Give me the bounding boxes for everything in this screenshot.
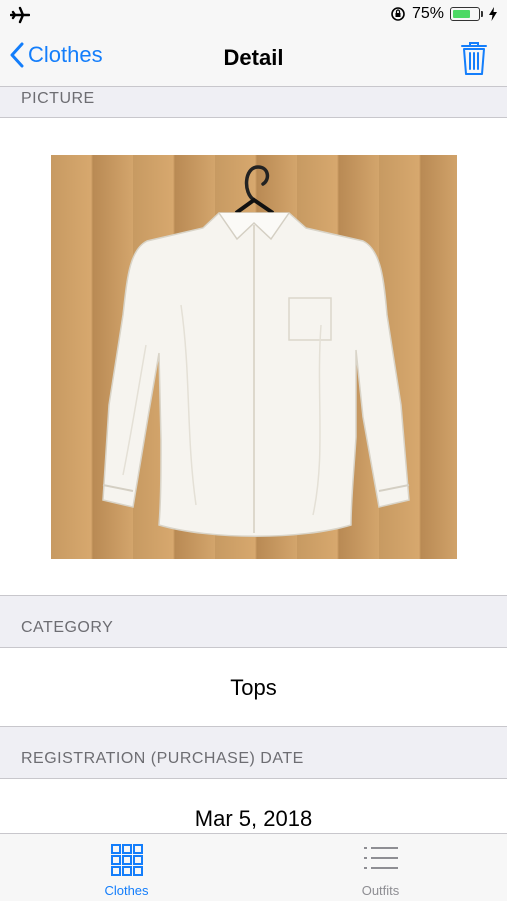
list-icon (363, 847, 398, 869)
page-title: Detail (223, 45, 284, 70)
section-header-picture: PICTURE (0, 87, 507, 117)
shirt-image (102, 165, 410, 537)
tab-outfits[interactable]: Outfits (254, 834, 507, 901)
charging-bolt-icon (489, 7, 497, 21)
section-header-category: CATEGORY (0, 596, 507, 648)
status-right: 75% (390, 5, 497, 23)
tab-clothes-label: Clothes (104, 883, 149, 898)
orientation-lock-icon (391, 7, 405, 21)
battery-percent: 75% (411, 5, 444, 22)
status-bar: 75% (0, 0, 507, 30)
navigation-bar: Clothes Detail (0, 30, 507, 87)
section-header-label: REGISTRATION (PURCHASE) DATE (21, 750, 304, 767)
section-header-label: CATEGORY (21, 619, 114, 636)
registration-date-value: Mar 5, 2018 (194, 806, 313, 831)
picture-cell (0, 117, 507, 596)
clothing-photo[interactable] (51, 155, 457, 559)
battery-cap (481, 11, 483, 17)
tab-bar: Clothes Outfits (0, 833, 507, 901)
trash-icon[interactable] (460, 40, 488, 76)
battery-fill (453, 10, 471, 18)
section-header-registration-date: REGISTRATION (PURCHASE) DATE (0, 727, 507, 779)
tab-outfits-label: Outfits (361, 883, 400, 898)
grid-icon (110, 844, 143, 876)
section-header-label: PICTURE (21, 90, 95, 107)
tab-clothes[interactable]: Clothes (0, 834, 253, 901)
category-cell[interactable]: Tops (0, 647, 507, 727)
battery-icon (450, 7, 480, 21)
category-value: Tops (230, 675, 277, 700)
airplane-mode-icon (10, 6, 30, 24)
